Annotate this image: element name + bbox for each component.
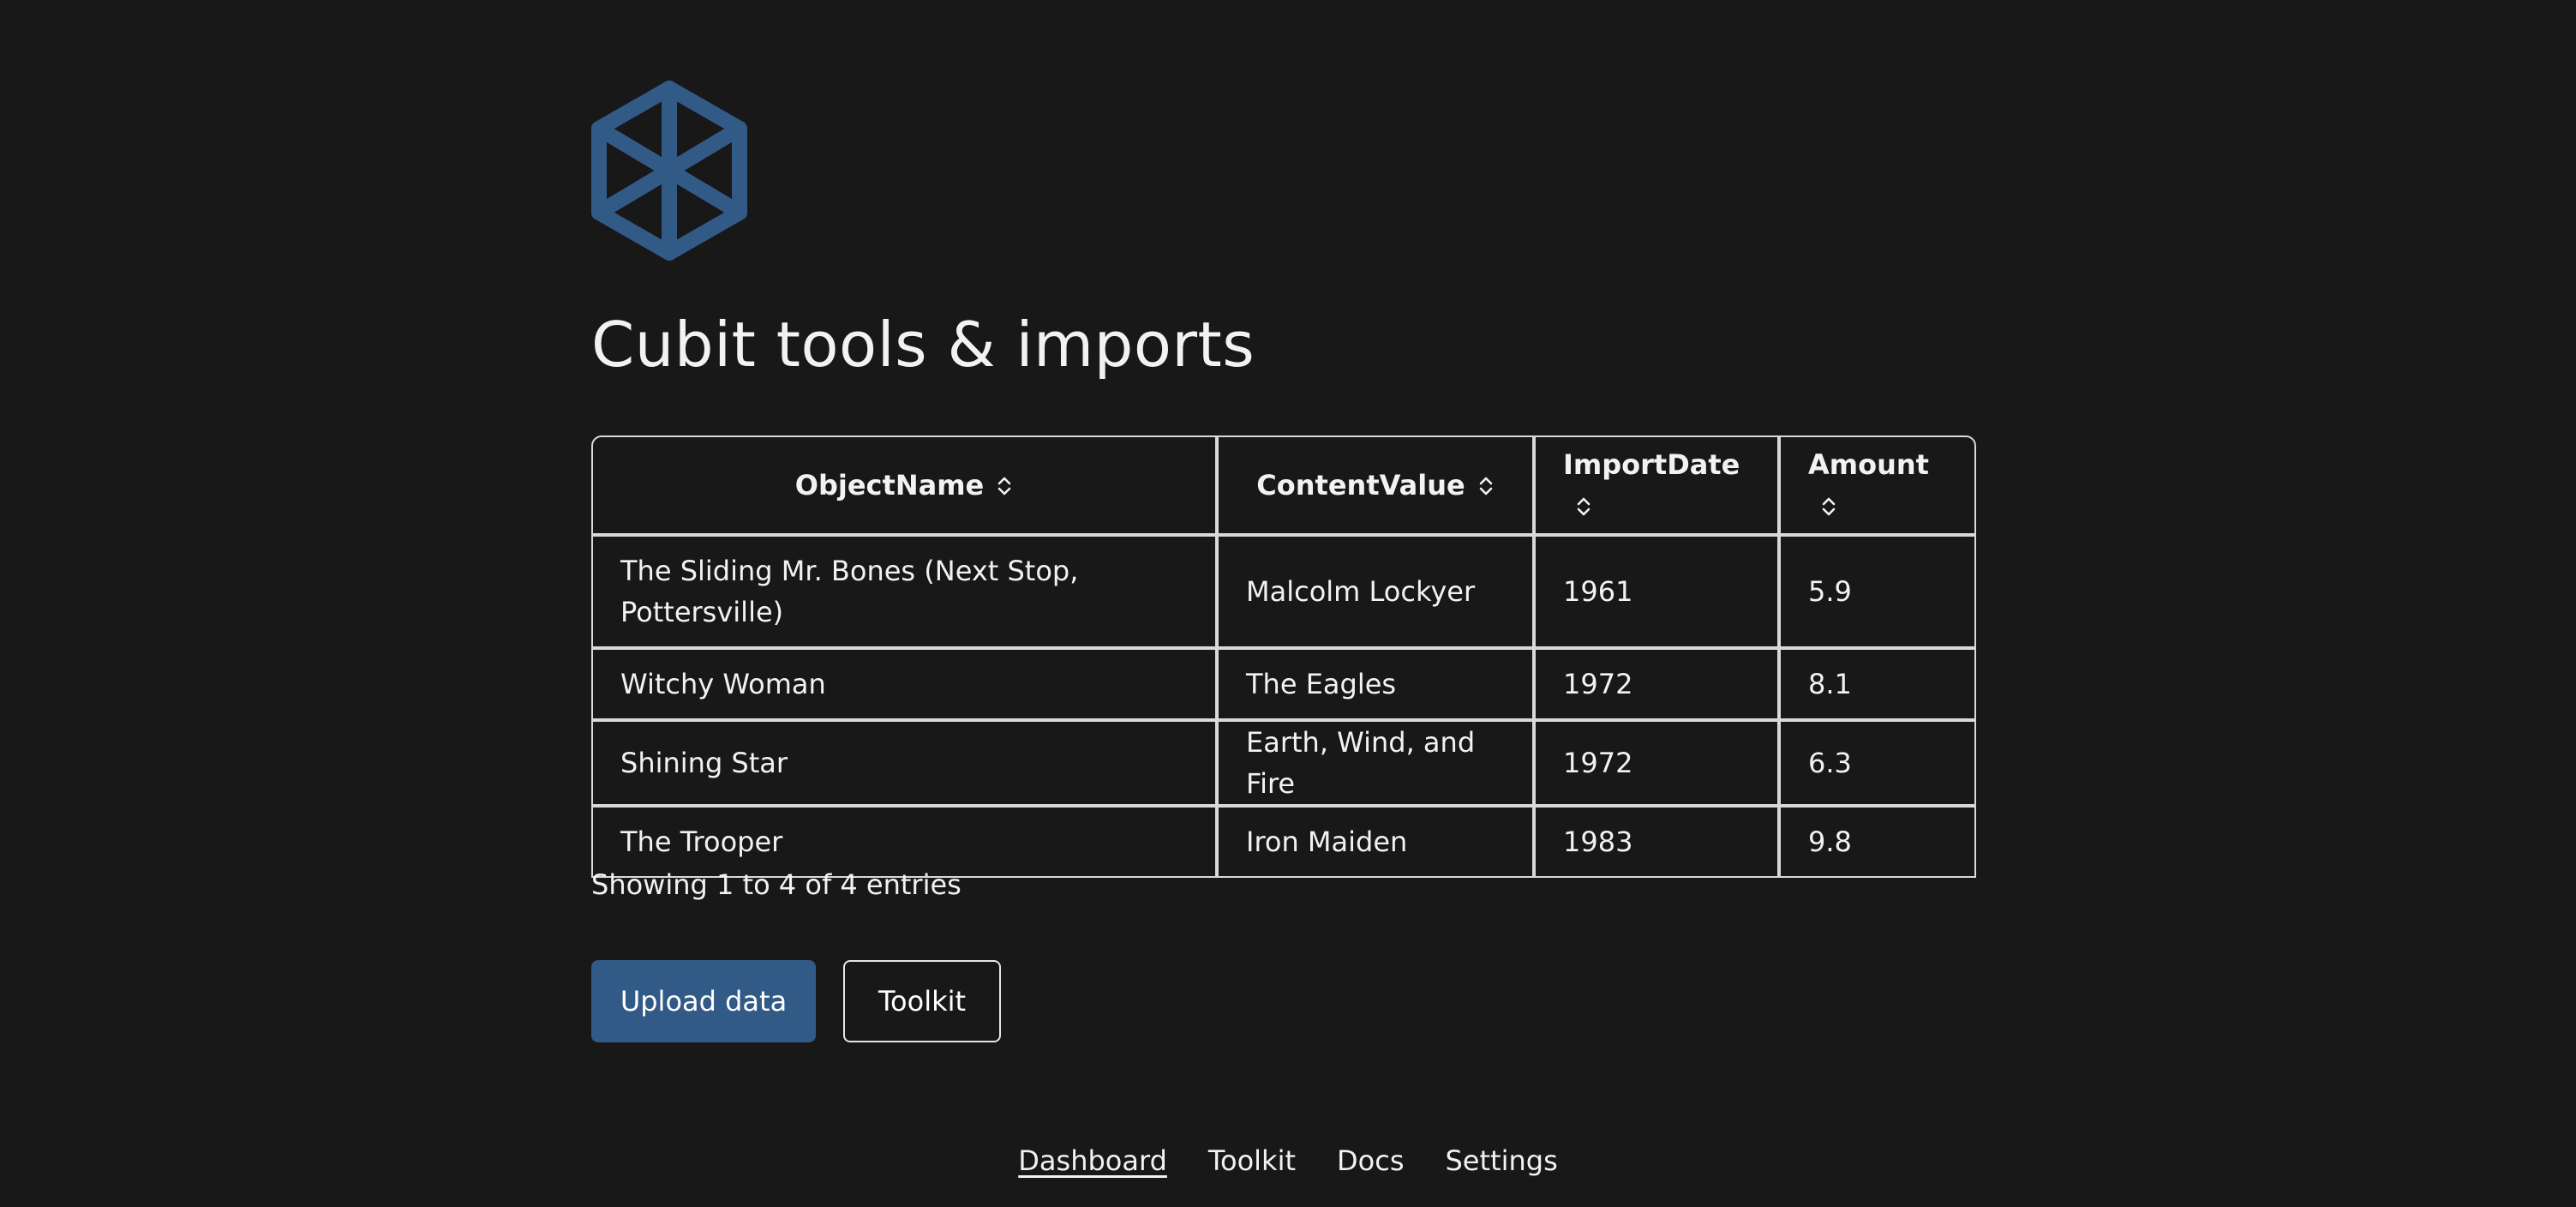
column-header-label: Amount: [1808, 448, 1929, 481]
column-header-contentvalue[interactable]: ContentValue: [1217, 435, 1534, 535]
footer-link-settings[interactable]: Settings: [1445, 1140, 1557, 1181]
cell-contentvalue: Iron Maiden: [1217, 806, 1534, 878]
toolkit-button[interactable]: Toolkit: [843, 960, 1001, 1042]
page: Cubit tools & imports ObjectName Content…: [0, 0, 2576, 1207]
table-header-row: ObjectName ContentValue ImportDate Amoun…: [591, 435, 1976, 535]
cell-objectname: Witchy Woman: [591, 648, 1217, 720]
cell-objectname: Shining Star: [591, 720, 1217, 806]
cell-objectname: The Sliding Mr. Bones (Next Stop, Potter…: [591, 535, 1217, 648]
sort-icon: [1479, 477, 1492, 495]
table-row: The Sliding Mr. Bones (Next Stop, Potter…: [591, 535, 1976, 648]
cell-importdate: 1972: [1534, 720, 1779, 806]
cell-amount: 6.3: [1779, 720, 1976, 806]
column-header-label: ImportDate: [1563, 448, 1740, 481]
cell-importdate: 1961: [1534, 535, 1779, 648]
cell-amount: 8.1: [1779, 648, 1976, 720]
cell-importdate: 1972: [1534, 648, 1779, 720]
cell-contentvalue: Earth, Wind, and Fire: [1217, 720, 1534, 806]
table-info: Showing 1 to 4 of 4 entries: [591, 868, 962, 901]
data-table-container: ObjectName ContentValue ImportDate Amoun…: [591, 435, 1976, 878]
footer-nav: Dashboard Toolkit Docs Settings: [0, 1140, 2576, 1181]
sort-icon: [997, 477, 1011, 495]
cubit-logo-icon: [591, 81, 747, 261]
cell-importdate: 1983: [1534, 806, 1779, 878]
table-row: Witchy Woman The Eagles 1972 8.1: [591, 648, 1976, 720]
page-title: Cubit tools & imports: [591, 309, 1255, 381]
sort-icon: [1822, 497, 1836, 516]
column-header-label: ObjectName: [794, 469, 985, 501]
cell-amount: 5.9: [1779, 535, 1976, 648]
footer-link-docs[interactable]: Docs: [1337, 1140, 1404, 1181]
data-table: ObjectName ContentValue ImportDate Amoun…: [591, 435, 1976, 878]
cell-amount: 9.8: [1779, 806, 1976, 878]
upload-data-button[interactable]: Upload data: [591, 960, 816, 1042]
column-header-amount[interactable]: Amount: [1779, 435, 1976, 535]
column-header-label: ContentValue: [1256, 469, 1465, 501]
footer-link-toolkit[interactable]: Toolkit: [1208, 1140, 1296, 1181]
column-header-importdate[interactable]: ImportDate: [1534, 435, 1779, 535]
footer-link-dashboard[interactable]: Dashboard: [1018, 1140, 1167, 1181]
table-row: Shining Star Earth, Wind, and Fire 1972 …: [591, 720, 1976, 806]
column-header-objectname[interactable]: ObjectName: [591, 435, 1217, 535]
cell-contentvalue: The Eagles: [1217, 648, 1534, 720]
cell-contentvalue: Malcolm Lockyer: [1217, 535, 1534, 648]
sort-icon: [1577, 497, 1591, 516]
